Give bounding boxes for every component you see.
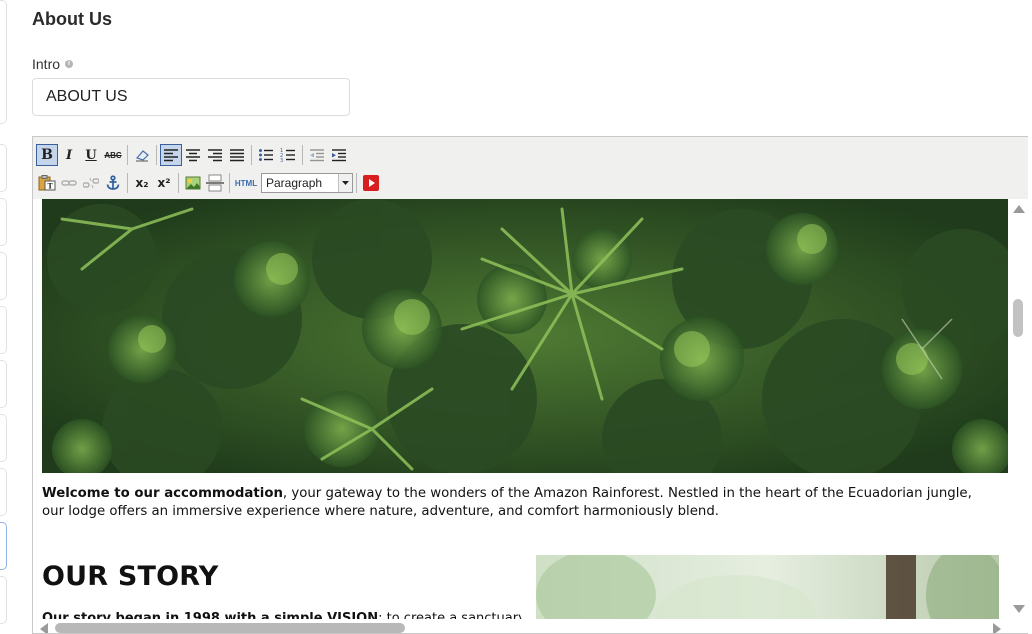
toolbar-separator — [229, 173, 230, 193]
rail-panel — [0, 468, 7, 516]
rail-panel — [0, 0, 7, 124]
italic-button[interactable]: I — [58, 144, 80, 166]
insert-image-button[interactable] — [182, 172, 204, 194]
welcome-paragraph: Welcome to our accommodation, your gatew… — [42, 485, 982, 521]
rail-panel — [0, 252, 7, 300]
svg-text:3: 3 — [280, 158, 283, 162]
story-bold: Our story began in 1998 with a simple VI… — [42, 611, 379, 619]
svg-text:T: T — [48, 182, 54, 191]
anchor-icon — [106, 175, 120, 190]
align-right-button[interactable] — [204, 144, 226, 166]
format-select[interactable]: Paragraph — [261, 173, 353, 193]
horizontal-scroll-thumb[interactable] — [55, 623, 405, 633]
editor-content[interactable]: Welcome to our accommodation, your gatew… — [33, 199, 1011, 619]
scroll-left-icon[interactable] — [40, 623, 48, 633]
unlink-icon — [83, 177, 99, 189]
toolbar-row-1: B I U ABC 1 2 3 — [36, 142, 350, 168]
lodge-photo — [536, 555, 999, 619]
format-select-value: Paragraph — [266, 176, 323, 190]
story-heading: OUR STORY — [42, 561, 219, 592]
align-center-icon — [186, 149, 200, 162]
outdent-icon — [310, 149, 324, 162]
align-center-button[interactable] — [182, 144, 204, 166]
horizontal-rule-button[interactable] — [204, 172, 226, 194]
horizontal-scrollbar[interactable] — [33, 619, 1011, 633]
subscript-glyph: x₂ — [135, 176, 149, 190]
youtube-icon — [363, 175, 379, 191]
remove-format-button[interactable] — [131, 144, 153, 166]
align-right-icon — [208, 149, 222, 162]
unlink-button[interactable] — [80, 172, 102, 194]
paste-text-button[interactable]: T — [36, 172, 58, 194]
rail-panel — [0, 144, 7, 192]
align-justify-icon — [230, 149, 244, 162]
welcome-bold: Welcome to our accommodation — [42, 486, 283, 501]
info-icon[interactable]: i — [65, 60, 74, 68]
story-image — [536, 555, 999, 619]
html-source-button[interactable]: HTML — [233, 172, 259, 194]
rich-text-editor: B I U ABC 1 2 3 T x₂ x² HTML Paragraph W… — [32, 136, 1028, 634]
toolbar-separator — [302, 145, 303, 165]
toolbar-separator — [127, 145, 128, 165]
rainforest-canopy-image — [42, 199, 1008, 473]
scroll-down-icon[interactable] — [1013, 605, 1025, 613]
italic-glyph: I — [65, 147, 73, 163]
editor-toolbar: B I U ABC 1 2 3 T x₂ x² HTML Paragraph — [33, 137, 1028, 200]
link-icon — [61, 180, 77, 186]
intro-input[interactable] — [32, 78, 350, 116]
toolbar-separator — [356, 173, 357, 193]
strikethrough-button[interactable]: ABC — [102, 144, 124, 166]
superscript-button[interactable]: x² — [153, 172, 175, 194]
horizontal-rule-icon — [206, 174, 224, 192]
link-button[interactable] — [58, 172, 80, 194]
rail-panel-active — [0, 522, 7, 570]
bullet-list-icon — [259, 149, 273, 161]
underline-glyph: U — [85, 147, 97, 163]
bullet-list-button[interactable] — [255, 144, 277, 166]
section-title: About Us — [32, 9, 112, 29]
story-text: : to create a sanctuary where — [378, 611, 522, 619]
indent-icon — [332, 149, 346, 162]
rail-panel — [0, 414, 7, 462]
numbered-list-icon: 123 — [280, 148, 295, 162]
superscript-glyph: x² — [157, 176, 171, 190]
image-icon — [185, 176, 201, 190]
align-left-icon — [164, 149, 178, 162]
bold-glyph: B — [41, 147, 53, 163]
vertical-scrollbar[interactable] — [1009, 199, 1028, 621]
strikethrough-glyph: ABC — [104, 150, 122, 160]
left-rail — [0, 0, 8, 634]
story-paragraph: Our story began in 1998 with a simple VI… — [42, 611, 522, 619]
underline-button[interactable]: U — [80, 144, 102, 166]
align-left-button[interactable] — [160, 144, 182, 166]
eraser-icon — [135, 150, 149, 162]
rail-panel — [0, 360, 7, 408]
vertical-scroll-thumb[interactable] — [1013, 299, 1023, 337]
rail-panel — [0, 306, 7, 354]
html-glyph: HTML — [234, 178, 258, 188]
toolbar-row-2: T x₂ x² HTML Paragraph — [36, 170, 382, 196]
bold-button[interactable]: B — [36, 144, 58, 166]
scroll-right-icon[interactable] — [993, 623, 1001, 633]
numbered-list-button[interactable]: 123 — [277, 144, 299, 166]
toolbar-separator — [178, 173, 179, 193]
paste-text-icon: T — [38, 175, 56, 191]
toolbar-separator — [127, 173, 128, 193]
align-justify-button[interactable] — [226, 144, 248, 166]
toolbar-separator — [251, 145, 252, 165]
intro-label: Intro i — [32, 56, 74, 72]
intro-label-text: Intro — [32, 56, 61, 72]
indent-button[interactable] — [328, 144, 350, 166]
chevron-down-icon — [338, 174, 352, 192]
scroll-up-icon[interactable] — [1013, 205, 1025, 213]
anchor-button[interactable] — [102, 172, 124, 194]
rainforest-hero-image — [42, 199, 1008, 473]
outdent-button[interactable] — [306, 144, 328, 166]
rail-panel — [0, 198, 7, 246]
media-embed-button[interactable] — [360, 172, 382, 194]
rail-panel — [0, 576, 7, 624]
toolbar-separator — [156, 145, 157, 165]
subscript-button[interactable]: x₂ — [131, 172, 153, 194]
